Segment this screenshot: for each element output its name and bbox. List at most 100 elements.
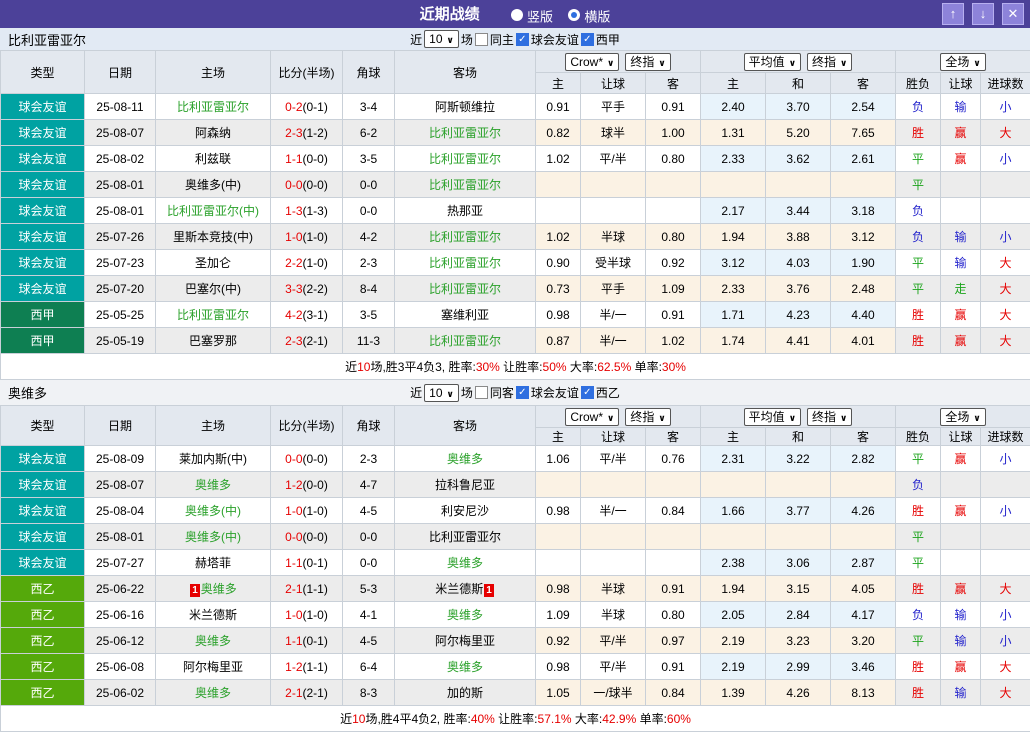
euro-away-odds: 2.82 <box>831 446 896 472</box>
filter-checkbox-2[interactable]: ✓ <box>581 33 594 46</box>
away-team-cell: 塞维利亚 <box>395 302 536 328</box>
filter-checkbox-label: 球会友谊 <box>531 384 579 401</box>
result-handicap: 走 <box>941 276 981 302</box>
euro-draw-odds: 3.62 <box>766 146 831 172</box>
league-type-cell: 西甲 <box>1 328 85 354</box>
column-header: 让球 <box>941 428 981 446</box>
result-handicap: 赢 <box>941 120 981 146</box>
filter-checkbox-0[interactable] <box>475 33 488 46</box>
date-cell: 25-06-02 <box>85 680 156 706</box>
euro-final-odds-select[interactable]: 终指∨ <box>807 53 852 71</box>
column-header: 比分(半场) <box>271 406 343 446</box>
team-section: 奥维多 近 10∨ 场 同客✓球会友谊✓西乙 类型日期主场比分(半场)角球客场 … <box>0 380 1030 732</box>
corner-cell: 0-0 <box>343 172 395 198</box>
games-count-select[interactable]: 10∨ <box>424 384 459 402</box>
euro-home-odds: 2.31 <box>701 446 766 472</box>
date-cell: 25-06-16 <box>85 602 156 628</box>
scope-select-cell: 全场∨ <box>896 51 1030 73</box>
away-team-cell: 奥维多 <box>395 550 536 576</box>
asian-home-odds <box>536 198 581 224</box>
euro-draw-odds: 4.03 <box>766 250 831 276</box>
away-team-cell: 阿斯顿维拉 <box>395 94 536 120</box>
filter-checkbox-1[interactable]: ✓ <box>516 33 529 46</box>
result-wdl: 平 <box>896 172 941 198</box>
league-type-cell: 球会友谊 <box>1 446 85 472</box>
date-cell: 25-06-12 <box>85 628 156 654</box>
filter-checkbox-2[interactable]: ✓ <box>581 386 594 399</box>
move-up-button[interactable]: ↑ <box>942 3 964 25</box>
asian-away-odds: 0.80 <box>646 602 701 628</box>
radio-vertical[interactable] <box>511 9 523 21</box>
near-label: 近 <box>410 384 422 401</box>
score-cell: 1-2(1-1) <box>271 654 343 680</box>
euro-home-odds <box>701 524 766 550</box>
asian-away-odds: 0.97 <box>646 628 701 654</box>
result-handicap <box>941 550 981 576</box>
euro-draw-odds: 3.77 <box>766 498 831 524</box>
chevron-down-icon: ∨ <box>447 35 454 45</box>
asian-handicap: 平/半 <box>581 628 646 654</box>
home-team-cell: 比利亚雷亚尔(中) <box>156 198 271 224</box>
score-cell: 1-0(1-0) <box>271 498 343 524</box>
league-type-cell: 球会友谊 <box>1 550 85 576</box>
asian-final-odds-select[interactable]: 终指∨ <box>625 53 670 71</box>
date-cell: 25-08-01 <box>85 524 156 550</box>
radio-horizontal[interactable] <box>568 9 580 21</box>
euro-home-odds: 1.94 <box>701 576 766 602</box>
home-team-cell: 比利亚雷亚尔 <box>156 94 271 120</box>
result-wdl: 平 <box>896 250 941 276</box>
odds-source-select[interactable]: Crow*∨ <box>565 408 619 426</box>
result-goals <box>981 550 1030 576</box>
scope-select[interactable]: 全场∨ <box>940 53 985 71</box>
games-count-select[interactable]: 10∨ <box>424 30 459 48</box>
column-header: 类型 <box>1 406 85 446</box>
close-button[interactable]: ✕ <box>1002 3 1024 25</box>
corner-cell: 0-0 <box>343 524 395 550</box>
summary-text: 近10场,胜3平4负3, 胜率:30% 让胜率:50% 大率:62.5% 单率:… <box>1 354 1030 380</box>
league-type-cell: 球会友谊 <box>1 198 85 224</box>
asian-home-odds: 0.73 <box>536 276 581 302</box>
date-cell: 25-07-20 <box>85 276 156 302</box>
asian-odds-selects: Crow*∨ 终指∨ <box>536 51 701 73</box>
result-goals: 大 <box>981 276 1030 302</box>
average-odds-select[interactable]: 平均值∨ <box>744 53 801 71</box>
home-team-cell: 巴塞尔(中) <box>156 276 271 302</box>
away-team-cell: 比利亚雷亚尔 <box>395 250 536 276</box>
result-handicap: 输 <box>941 250 981 276</box>
score-cell: 2-2(1-0) <box>271 250 343 276</box>
filter-checkbox-1[interactable]: ✓ <box>516 386 529 399</box>
result-handicap: 输 <box>941 628 981 654</box>
asian-home-odds <box>536 172 581 198</box>
table-row: 球会友谊 25-07-27 赫塔菲 1-1(0-1) 0-0 奥维多 2.38 … <box>1 550 1030 576</box>
result-wdl: 胜 <box>896 680 941 706</box>
euro-final-odds-select[interactable]: 终指∨ <box>807 408 852 426</box>
window-controls: ↑ ↓ ✕ <box>942 3 1024 25</box>
away-team-cell: 比利亚雷亚尔 <box>395 224 536 250</box>
corner-cell: 2-3 <box>343 250 395 276</box>
date-cell: 25-05-25 <box>85 302 156 328</box>
table-row: 西乙 25-06-16 米兰德斯 1-0(1-0) 4-1 奥维多 1.09 半… <box>1 602 1030 628</box>
league-type-cell: 西乙 <box>1 602 85 628</box>
summary-text: 近10场,胜4平4负2, 胜率:40% 让胜率:57.1% 大率:42.9% 单… <box>1 706 1030 732</box>
league-type-cell: 球会友谊 <box>1 146 85 172</box>
filter-checkbox-label: 同客 <box>490 384 514 401</box>
corner-cell: 4-5 <box>343 498 395 524</box>
euro-draw-odds: 3.15 <box>766 576 831 602</box>
scope-select[interactable]: 全场∨ <box>940 408 985 426</box>
average-odds-select[interactable]: 平均值∨ <box>744 408 801 426</box>
move-down-button[interactable]: ↓ <box>972 3 994 25</box>
odds-source-select[interactable]: Crow*∨ <box>565 53 619 71</box>
date-cell: 25-08-02 <box>85 146 156 172</box>
asian-handicap: 平手 <box>581 276 646 302</box>
filter-checkbox-0[interactable] <box>475 386 488 399</box>
euro-away-odds <box>831 472 896 498</box>
games-suffix-label: 场 <box>461 31 473 48</box>
euro-away-odds: 4.17 <box>831 602 896 628</box>
result-wdl: 负 <box>896 472 941 498</box>
asian-final-odds-select[interactable]: 终指∨ <box>625 408 670 426</box>
asian-away-odds: 0.80 <box>646 146 701 172</box>
result-wdl: 胜 <box>896 654 941 680</box>
corner-cell: 4-1 <box>343 602 395 628</box>
date-cell: 25-07-27 <box>85 550 156 576</box>
result-wdl: 平 <box>896 628 941 654</box>
